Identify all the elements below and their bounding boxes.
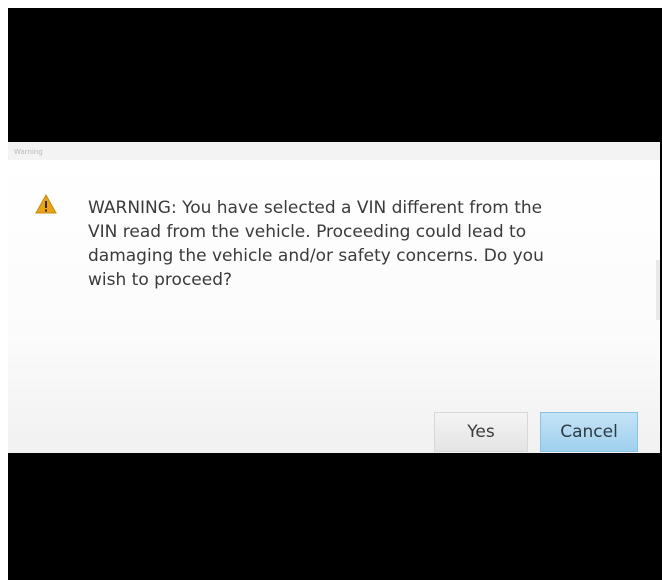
warning-dialog: Warning WARNING: You have selected a VIN…	[8, 142, 660, 453]
cancel-button[interactable]: Cancel	[540, 412, 638, 452]
scroll-edge	[656, 260, 660, 320]
warning-triangle-icon	[35, 194, 57, 214]
dialog-content: WARNING: You have selected a VIN differe…	[8, 160, 660, 453]
yes-button[interactable]: Yes	[434, 412, 528, 452]
warning-message: WARNING: You have selected a VIN differe…	[88, 198, 544, 290]
dialog-title: Warning	[14, 148, 43, 156]
dialog-titlebar: Warning	[8, 142, 660, 160]
